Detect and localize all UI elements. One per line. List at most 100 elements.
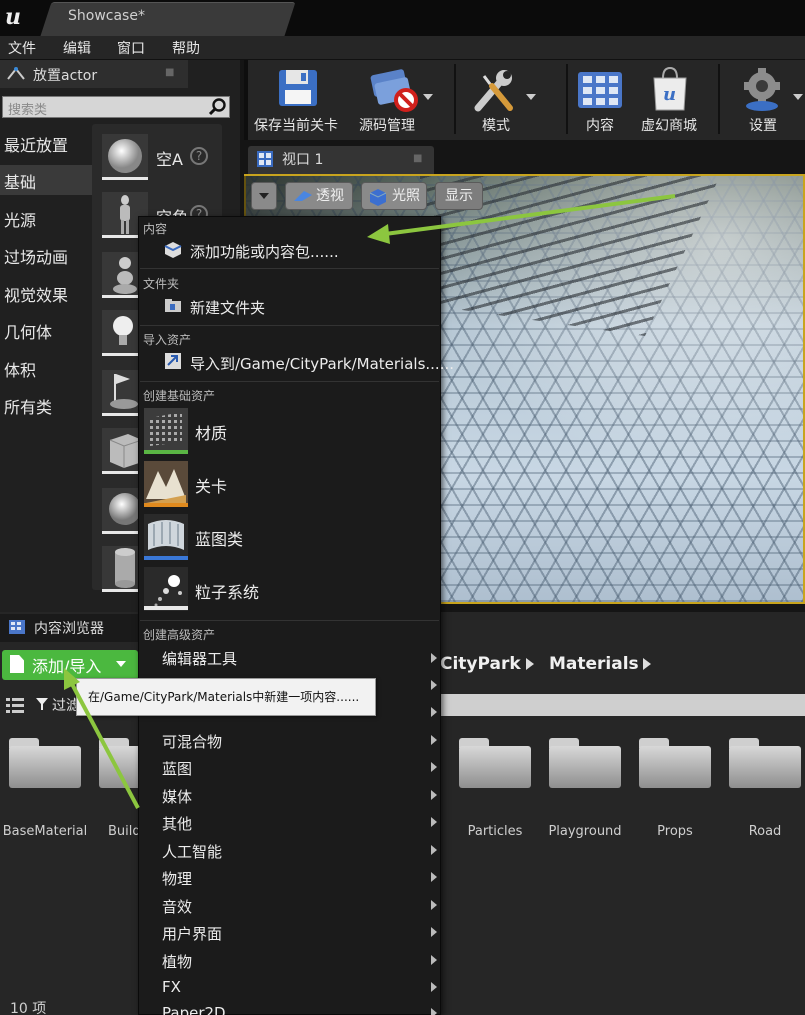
search-placeholder: 搜索类 <box>8 103 48 118</box>
settings-button[interactable]: 设置 <box>724 62 804 138</box>
perspective-button[interactable]: 透视 <box>285 182 353 210</box>
submenu-arrow-icon <box>431 845 437 855</box>
breadcrumb-citypark[interactable]: CityPark <box>440 654 521 674</box>
menu-fx[interactable]: FX <box>162 978 181 996</box>
menu-editor-utilities[interactable]: 编辑器工具 <box>162 648 237 669</box>
show-label: 显示 <box>445 188 473 204</box>
asset-search-bar[interactable] <box>440 694 805 716</box>
filter-icon[interactable] <box>36 698 48 710</box>
menu-create-particle-system[interactable]: 粒子系统 <box>195 579 259 603</box>
folder-thumbnail[interactable] <box>549 738 621 788</box>
menu-create-blueprint-class[interactable]: 蓝图类 <box>195 526 243 550</box>
viewport-options-button[interactable] <box>251 182 277 210</box>
unreal-logo-icon[interactable]: u <box>2 4 24 30</box>
menu-create-material[interactable]: 材质 <box>195 420 227 444</box>
chevron-down-icon[interactable] <box>423 94 433 100</box>
settings-label: 设置 <box>749 118 777 134</box>
content-label: 内容 <box>586 118 614 134</box>
chevron-down-icon <box>259 193 269 199</box>
breadcrumb-arrow-icon[interactable] <box>526 658 534 670</box>
category-cinematic[interactable]: 过场动画 <box>4 244 68 268</box>
import-icon <box>165 353 181 369</box>
lit-label: 光照 <box>392 188 420 204</box>
category-volumes[interactable]: 体积 <box>4 357 36 381</box>
marketplace-label: 虚幻商城 <box>641 118 697 134</box>
svg-text:u: u <box>663 84 676 105</box>
category-recent[interactable]: 最近放置 <box>4 132 68 156</box>
save-icon <box>279 70 317 106</box>
source-control-label: 源码管理 <box>359 118 415 134</box>
viewport-close-icon[interactable]: ■ <box>413 153 422 164</box>
menu-paper2d[interactable]: Paper2D <box>162 1004 226 1015</box>
section-create-basic: 创建基础资产 <box>143 389 216 403</box>
menu-edit[interactable]: 编辑 <box>63 38 91 58</box>
menu-file[interactable]: 文件 <box>8 38 36 58</box>
show-button[interactable]: 显示 <box>435 182 483 210</box>
source-control-icon <box>370 69 418 112</box>
category-lights[interactable]: 光源 <box>4 207 36 231</box>
search-icon[interactable] <box>208 97 228 117</box>
particle-system-icon <box>144 567 188 611</box>
lighting-mode-button[interactable]: 光照 <box>361 182 427 210</box>
modes-button[interactable]: 模式 <box>460 62 540 138</box>
menu-sounds[interactable]: 音效 <box>162 896 192 917</box>
folder-label[interactable]: Playground <box>540 824 630 839</box>
folder-thumbnail[interactable] <box>459 738 531 788</box>
empty-actor-thumbnail[interactable] <box>102 134 148 180</box>
category-geometry[interactable]: 几何体 <box>4 319 52 343</box>
menu-foliage[interactable]: 植物 <box>162 951 192 972</box>
source-control-button[interactable]: 源码管理 <box>352 62 450 138</box>
marketplace-button[interactable]: u 虚幻商城 <box>636 62 710 138</box>
menu-user-interface[interactable]: 用户界面 <box>162 923 222 944</box>
folder-label[interactable]: Road <box>720 824 805 839</box>
feature-pack-icon <box>164 242 182 258</box>
chevron-down-icon[interactable] <box>526 94 536 100</box>
gear-icon <box>744 68 780 111</box>
menu-import-to[interactable]: 导入到/Game/CityPark/Materials...... <box>190 353 454 374</box>
submenu-arrow-icon <box>431 817 437 827</box>
folder-thumbnail[interactable] <box>639 738 711 788</box>
particle-color-bar <box>144 606 188 610</box>
menu-artificial-intelligence[interactable]: 人工智能 <box>162 841 222 862</box>
menu-blueprints[interactable]: 蓝图 <box>162 758 192 779</box>
level-color-bar <box>144 503 188 507</box>
folder-label[interactable]: BaseMaterial <box>0 824 90 839</box>
menu-physics[interactable]: 物理 <box>162 868 192 889</box>
menu-create-level[interactable]: 关卡 <box>195 473 227 497</box>
add-import-label: 添加/导入 <box>32 657 102 676</box>
category-all-classes[interactable]: 所有类 <box>4 394 52 418</box>
viewport-tab[interactable] <box>248 146 434 174</box>
item-count: 10 项 <box>10 1001 47 1015</box>
chevron-down-icon <box>116 661 126 667</box>
save-level-button[interactable]: 保存当前关卡 <box>250 62 348 138</box>
chevron-down-icon[interactable] <box>793 94 803 100</box>
menu-miscellaneous[interactable]: 其他 <box>162 813 192 834</box>
breadcrumb-arrow-icon[interactable] <box>643 658 651 670</box>
menu-window[interactable]: 窗口 <box>117 38 145 58</box>
panel-close-icon[interactable]: ■ <box>165 67 174 78</box>
folder-thumbnail[interactable] <box>729 738 801 788</box>
category-basic[interactable]: 基础 <box>4 169 36 193</box>
folder-thumbnail[interactable] <box>9 738 81 788</box>
content-browser-title: 内容浏览器 <box>34 621 104 637</box>
menu-media[interactable]: 媒体 <box>162 786 192 807</box>
blueprint-class-icon <box>144 514 188 558</box>
folder-label[interactable]: Props <box>630 824 720 839</box>
actor-item-label: 空A <box>156 150 183 169</box>
blueprint-color-bar <box>144 556 188 560</box>
help-icon[interactable]: ? <box>190 147 208 165</box>
folder-label[interactable]: Particles <box>450 824 540 839</box>
content-grid-icon <box>578 72 622 108</box>
breadcrumb-materials[interactable]: Materials <box>549 654 639 674</box>
category-visual-effects[interactable]: 视觉效果 <box>4 282 68 306</box>
menu-help[interactable]: 帮助 <box>172 38 200 58</box>
content-button[interactable]: 内容 <box>572 62 632 138</box>
divider <box>140 620 439 621</box>
menu-new-folder[interactable]: 新建文件夹 <box>190 297 265 318</box>
submenu-arrow-icon <box>431 927 437 937</box>
list-view-icon[interactable] <box>4 696 26 714</box>
viewport-tab-label: 视口 1 <box>282 152 324 168</box>
menu-blendables[interactable]: 可混合物 <box>162 731 222 752</box>
section-content: 内容 <box>143 222 168 236</box>
menu-add-feature-pack[interactable]: 添加功能或内容包...... <box>190 241 339 262</box>
